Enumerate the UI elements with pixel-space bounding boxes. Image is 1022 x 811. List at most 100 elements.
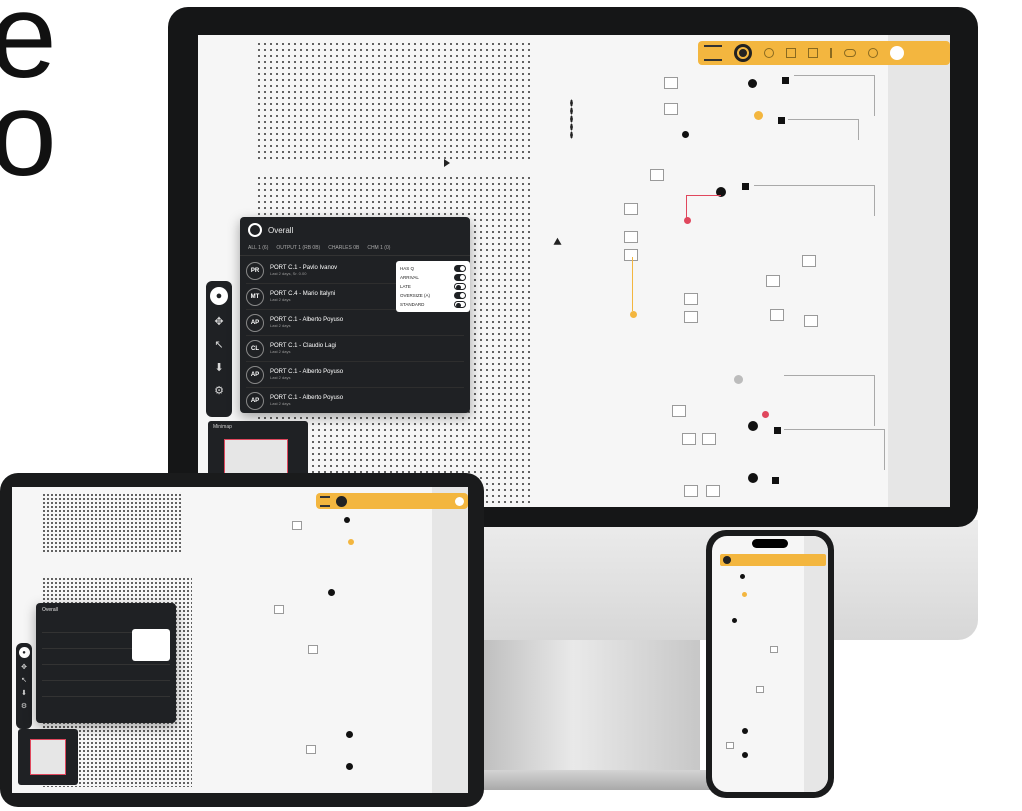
flow-node[interactable] — [624, 231, 638, 243]
bell-icon[interactable] — [336, 495, 347, 507]
flow-junction[interactable] — [740, 574, 745, 579]
bell-icon[interactable] — [734, 44, 752, 62]
search-icon[interactable] — [764, 48, 774, 58]
flow-node[interactable] — [804, 315, 818, 327]
menu-icon[interactable] — [320, 495, 330, 507]
user-icon[interactable]: ● — [210, 287, 228, 305]
flow-terminal[interactable] — [772, 477, 779, 484]
flow-node[interactable] — [274, 605, 284, 614]
list-item[interactable]: AP PORT C.1 - Alberto Poyuso Last 2 days — [246, 362, 464, 388]
right-side-column — [804, 536, 828, 792]
avatar: AP — [246, 365, 264, 384]
flow-node[interactable] — [650, 169, 664, 181]
grid-icon[interactable] — [808, 48, 818, 58]
pin-icon[interactable]: ⬇ — [21, 690, 27, 697]
flow-node[interactable] — [306, 745, 316, 754]
flow-node[interactable] — [682, 433, 696, 445]
legend-toggle[interactable] — [454, 274, 466, 281]
bookings-panel: Overall — [36, 603, 176, 723]
top-toolbar — [698, 41, 950, 65]
list-item[interactable] — [42, 684, 170, 697]
tab-chm[interactable]: CHM 1 (0) — [367, 245, 390, 251]
list-item[interactable] — [42, 668, 170, 681]
pointer-icon[interactable]: ↖ — [214, 340, 223, 351]
flow-node[interactable] — [624, 249, 638, 261]
flow-node[interactable] — [770, 309, 784, 321]
bell-icon[interactable] — [723, 556, 731, 564]
flow-junction[interactable] — [748, 421, 758, 431]
pin-icon[interactable]: ⬇ — [214, 363, 223, 374]
flow-node[interactable] — [766, 275, 780, 287]
flow-node[interactable] — [756, 686, 764, 693]
flow-node[interactable] — [292, 521, 302, 530]
flow-junction-muted[interactable] — [734, 375, 743, 384]
flow-node[interactable] — [684, 293, 698, 305]
pointer-icon[interactable]: ↖ — [21, 677, 27, 684]
flow-junction-alert[interactable] — [762, 411, 769, 418]
tab-charles[interactable]: CHARLES 0B — [328, 245, 359, 251]
flow-junction-highlight[interactable] — [348, 539, 354, 545]
flow-junction-highlight[interactable] — [742, 592, 747, 597]
flow-node[interactable] — [726, 742, 734, 749]
top-toolbar — [316, 493, 468, 509]
user-icon[interactable] — [890, 46, 904, 60]
flow-terminal[interactable] — [774, 427, 781, 434]
settings-icon[interactable] — [868, 48, 878, 58]
phone-device — [706, 530, 834, 798]
list-item[interactable]: AP PORT C.1 - Alberto Poyuso Last 2 days — [246, 310, 464, 336]
flow-node[interactable] — [308, 645, 318, 654]
flow-junction[interactable] — [682, 131, 689, 138]
legend-toggle[interactable] — [454, 265, 466, 272]
flow-junction[interactable] — [732, 618, 737, 623]
flow-node[interactable] — [706, 485, 720, 497]
flow-junction[interactable] — [742, 728, 748, 734]
flow-node[interactable] — [664, 103, 678, 115]
connector-line-alert — [686, 195, 721, 220]
flow-node[interactable] — [664, 77, 678, 89]
flow-terminal[interactable] — [778, 117, 785, 124]
move-icon[interactable]: ✥ — [214, 317, 223, 328]
row-subtitle: Last 2 days — [270, 401, 291, 406]
flow-junction[interactable] — [346, 731, 353, 738]
flow-node[interactable] — [684, 311, 698, 323]
flow-node[interactable] — [672, 405, 686, 417]
flow-node[interactable] — [684, 485, 698, 497]
row-subtitle: Last 2 days — [270, 349, 291, 354]
flow-node[interactable] — [624, 203, 638, 215]
minimap[interactable] — [18, 729, 78, 785]
list-item[interactable]: AP PORT C.1 - Alberto Poyuso Last 2 days — [246, 388, 464, 413]
flow-junction[interactable] — [742, 752, 748, 758]
flow-node[interactable] — [702, 433, 716, 445]
tab-all[interactable]: ALL 1 (6) — [248, 245, 268, 251]
flow-junction-highlight[interactable] — [630, 311, 637, 318]
flow-node[interactable] — [770, 646, 778, 653]
legend-toggle[interactable] — [454, 292, 466, 299]
menu-icon[interactable] — [704, 45, 722, 61]
flow-junction[interactable] — [748, 79, 757, 88]
flow-node[interactable] — [802, 255, 816, 267]
settings-icon[interactable]: ⚙ — [21, 703, 27, 710]
settings-icon[interactable]: ⚙ — [214, 386, 224, 397]
flow-junction[interactable] — [346, 763, 353, 770]
user-icon[interactable]: ● — [18, 647, 30, 658]
phone-screen — [712, 536, 828, 792]
move-icon[interactable]: ✥ — [21, 664, 27, 671]
tab-output[interactable]: OUTPUT 1 (RB 0B) — [276, 245, 320, 251]
list-item[interactable]: CL PORT C.1 - Claudio Lagi Last 2 days — [246, 336, 464, 362]
share-icon[interactable] — [786, 48, 796, 58]
flow-junction[interactable] — [748, 473, 758, 483]
user-icon[interactable] — [455, 496, 464, 506]
cloud-icon[interactable] — [844, 49, 856, 57]
flow-junction-highlight[interactable] — [754, 111, 763, 120]
legend-toggle[interactable] — [454, 283, 466, 290]
flow-terminal[interactable] — [782, 77, 789, 84]
minimap-title: Minimap — [213, 424, 232, 430]
legend-row: OVERSIZE (A) — [400, 291, 466, 300]
flow-terminal[interactable] — [742, 183, 749, 190]
minimap-viewport[interactable] — [30, 739, 66, 775]
legend-toggle[interactable] — [454, 301, 466, 308]
flow-junction[interactable] — [328, 589, 335, 596]
flow-junction[interactable] — [344, 517, 350, 523]
bolt-icon[interactable] — [830, 48, 832, 58]
panel-tabs: ALL 1 (6) OUTPUT 1 (RB 0B) CHARLES 0B CH… — [240, 243, 470, 256]
